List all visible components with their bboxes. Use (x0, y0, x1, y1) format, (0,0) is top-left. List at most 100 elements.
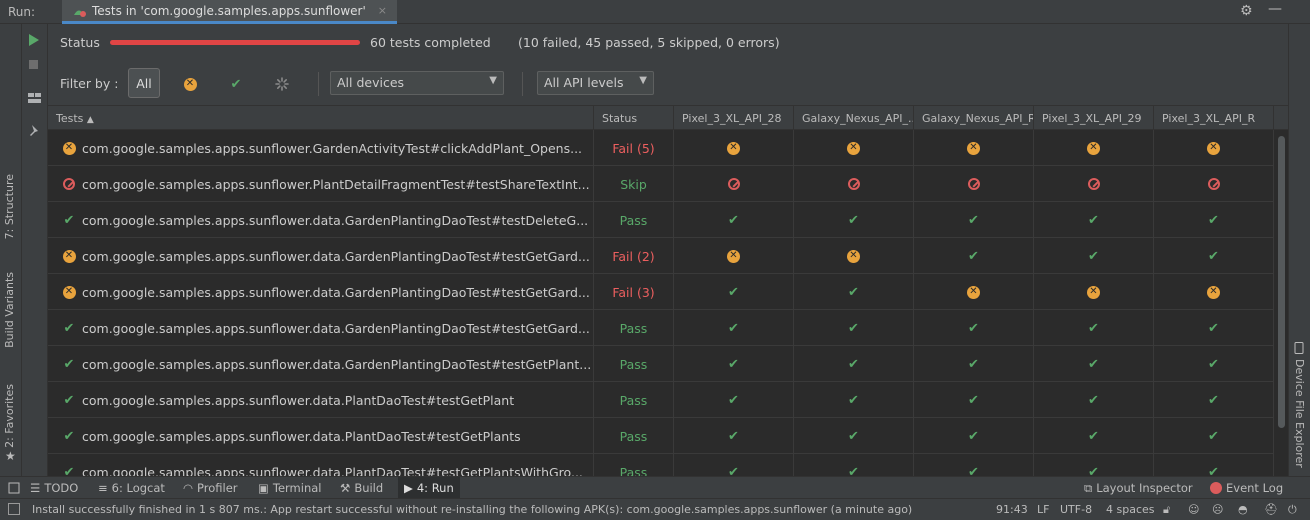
test-name-cell[interactable]: ✔ com.google.samples.apps.sunflower.data.… (48, 310, 594, 346)
column-header-device[interactable]: Pixel_3_XL_API_29 (1034, 106, 1154, 130)
test-name-cell[interactable]: com.google.samples.apps.sunflower.PlantD… (48, 166, 594, 202)
device-result-cell[interactable]: ✔ (1034, 418, 1154, 454)
tool-window-build-variants[interactable]: Build Variants (3, 272, 16, 348)
close-icon[interactable]: × (378, 4, 387, 17)
tool-window-favorites[interactable]: 2: Favorites (3, 384, 16, 448)
stop-icon[interactable] (28, 59, 40, 71)
device-result-cell[interactable]: ✕ (1034, 130, 1154, 166)
device-result-cell[interactable]: ✔ (1034, 310, 1154, 346)
device-result-cell[interactable]: ✔ (914, 202, 1034, 238)
device-result-cell[interactable]: ✔ (1034, 454, 1154, 476)
table-row[interactable]: com.google.samples.apps.sunflower.PlantD… (48, 166, 1274, 202)
device-result-cell[interactable]: ✔ (914, 382, 1034, 418)
device-result-cell[interactable]: ✔ (794, 346, 914, 382)
table-row[interactable]: ✔ com.google.samples.apps.sunflower.data.… (48, 382, 1274, 418)
filter-in-progress-button[interactable] (272, 74, 292, 94)
device-result-cell[interactable]: ✔ (674, 418, 794, 454)
filter-all-button[interactable]: All (128, 68, 160, 98)
device-result-cell[interactable]: ✔ (1154, 310, 1274, 346)
filter-passed-button[interactable]: ✔ (226, 74, 246, 94)
device-result-cell[interactable]: ✔ (1034, 382, 1154, 418)
column-header-tests[interactable]: Tests ▲ (48, 106, 594, 130)
caret-position[interactable]: 91:43 (996, 503, 1028, 516)
test-name-cell[interactable]: ✔ com.google.samples.apps.sunflower.data.… (48, 418, 594, 454)
minimize-icon[interactable]: — (1268, 1, 1282, 17)
tool-window-structure[interactable]: 7: Structure (3, 174, 16, 239)
smiley-icon[interactable]: ☺ (1188, 503, 1199, 516)
tool-logcat[interactable]: ≡ 6: Logcat (92, 477, 171, 499)
device-result-cell[interactable]: ✔ (1154, 418, 1274, 454)
test-name-cell[interactable]: ✔ com.google.samples.apps.sunflower.data.… (48, 454, 594, 476)
inspector-hat-icon[interactable]: ⛑ (1264, 503, 1278, 516)
file-encoding[interactable]: UTF-8 (1060, 503, 1092, 516)
device-result-cell[interactable]: ✕ (1154, 274, 1274, 310)
api-levels-dropdown[interactable]: All API levels ▼ (537, 71, 654, 95)
tool-window-button[interactable] (2, 477, 26, 499)
pin-icon[interactable] (28, 124, 40, 138)
test-name-cell[interactable]: ✔ com.google.samples.apps.sunflower.data.… (48, 346, 594, 382)
column-header-status[interactable]: Status (594, 106, 674, 130)
device-result-cell[interactable]: ✔ (914, 418, 1034, 454)
status-message[interactable]: Install successfully finished in 1 s 807… (32, 503, 912, 516)
device-result-cell[interactable]: ✔ (914, 238, 1034, 274)
device-result-cell[interactable]: ✕ (914, 274, 1034, 310)
table-row[interactable]: ✕ com.google.samples.apps.sunflower.Garde… (48, 130, 1274, 166)
device-result-cell[interactable]: ✔ (1154, 346, 1274, 382)
smiley-icon[interactable]: ☹ (1212, 503, 1223, 516)
test-name-cell[interactable]: ✔ com.google.samples.apps.sunflower.data.… (48, 382, 594, 418)
device-result-cell[interactable]: ✔ (914, 310, 1034, 346)
device-result-cell[interactable] (1154, 166, 1274, 202)
toggle-tool-windows-icon[interactable] (8, 503, 20, 515)
device-result-cell[interactable]: ✔ (1034, 346, 1154, 382)
tab-tests-run[interactable]: Tests in 'com.google.samples.apps.sunflo… (62, 0, 398, 24)
table-row[interactable]: ✔ com.google.samples.apps.sunflower.data.… (48, 454, 1274, 476)
table-row[interactable]: ✔ com.google.samples.apps.sunflower.data.… (48, 418, 1274, 454)
android-icon[interactable]: ◓ (1238, 503, 1248, 516)
device-result-cell[interactable]: ✕ (1154, 130, 1274, 166)
table-row[interactable]: ✕ com.google.samples.apps.sunflower.data.… (48, 274, 1274, 310)
device-result-cell[interactable]: ✕ (794, 130, 914, 166)
column-header-device[interactable]: Galaxy_Nexus_API_... (794, 106, 914, 130)
indent-setting[interactable]: 4 spaces (1106, 503, 1155, 516)
device-result-cell[interactable]: ✔ (674, 382, 794, 418)
tool-run[interactable]: ▶ 4: Run (398, 477, 460, 499)
device-result-cell[interactable]: ✔ (674, 274, 794, 310)
device-result-cell[interactable]: ✔ (674, 310, 794, 346)
tool-terminal[interactable]: ▣ Terminal (252, 477, 327, 499)
tool-build[interactable]: ⚒ Build (334, 477, 389, 499)
test-name-cell[interactable]: ✕ com.google.samples.apps.sunflower.data.… (48, 274, 594, 310)
vertical-scrollbar[interactable] (1278, 136, 1285, 428)
device-result-cell[interactable]: ✕ (674, 130, 794, 166)
tool-profiler[interactable]: ◠ Profiler (177, 477, 244, 499)
tool-window-device-file-explorer[interactable]: Device File Explorer (1293, 359, 1306, 468)
device-result-cell[interactable]: ✔ (914, 346, 1034, 382)
device-result-cell[interactable]: ✔ (794, 202, 914, 238)
device-result-cell[interactable] (674, 166, 794, 202)
table-row[interactable]: ✔ com.google.samples.apps.sunflower.data.… (48, 310, 1274, 346)
device-result-cell[interactable]: ✔ (1034, 202, 1154, 238)
power-icon[interactable]: ⏻ (1288, 503, 1297, 517)
device-result-cell[interactable]: ✔ (674, 454, 794, 476)
test-name-cell[interactable]: ✔ com.google.samples.apps.sunflower.data.… (48, 202, 594, 238)
devices-dropdown[interactable]: All devices ▼ (330, 71, 504, 95)
column-header-device[interactable]: Pixel_3_XL_API_R (1154, 106, 1274, 130)
device-result-cell[interactable]: ✔ (1154, 382, 1274, 418)
filter-failed-button[interactable]: ✕ (180, 74, 200, 94)
device-result-cell[interactable]: ✔ (794, 418, 914, 454)
lock-icon[interactable]: 🔓︎ (1163, 503, 1170, 517)
tool-layout-inspector[interactable]: ⧉ Layout Inspector (1078, 477, 1199, 499)
tool-todo[interactable]: ☰ TODO (24, 477, 84, 499)
device-result-cell[interactable]: ✔ (1154, 454, 1274, 476)
device-result-cell[interactable]: ✕ (794, 238, 914, 274)
test-name-cell[interactable]: ✕ com.google.samples.apps.sunflower.data.… (48, 238, 594, 274)
device-result-cell[interactable] (1034, 166, 1154, 202)
line-separator[interactable]: LF (1037, 503, 1049, 516)
layout-icon[interactable] (28, 92, 42, 104)
rerun-icon[interactable] (28, 33, 40, 47)
tool-event-log[interactable]: Event Log (1204, 477, 1289, 499)
column-header-device[interactable]: Pixel_3_XL_API_28 (674, 106, 794, 130)
device-result-cell[interactable]: ✔ (1154, 238, 1274, 274)
device-result-cell[interactable]: ✕ (674, 238, 794, 274)
device-result-cell[interactable]: ✔ (674, 202, 794, 238)
table-row[interactable]: ✔ com.google.samples.apps.sunflower.data.… (48, 346, 1274, 382)
